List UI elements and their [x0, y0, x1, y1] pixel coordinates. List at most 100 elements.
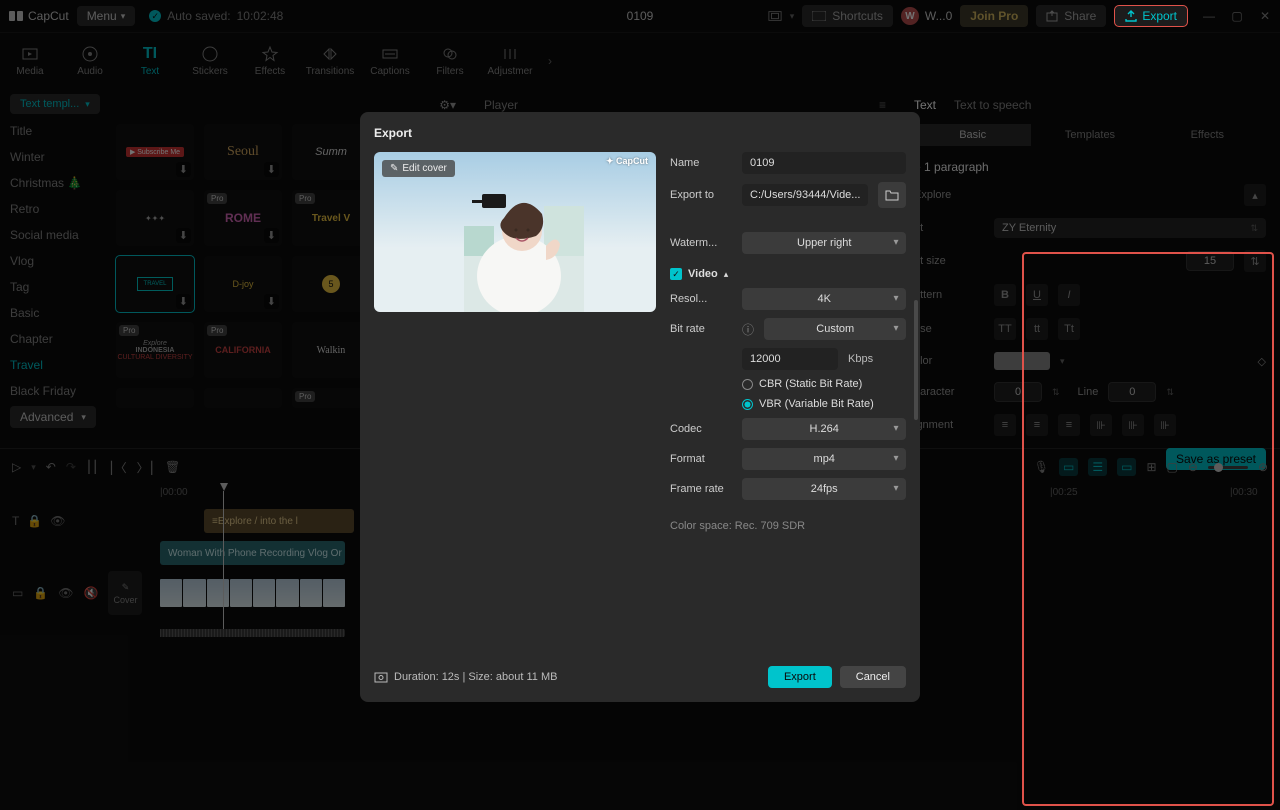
cbr-radio[interactable]: CBR (Static Bit Rate) — [742, 378, 906, 390]
redo-icon[interactable]: ↷ — [66, 460, 76, 474]
edit-cover-button[interactable]: ✎ Edit cover — [382, 160, 455, 177]
minimize-icon[interactable]: — — [1202, 9, 1216, 23]
mic-icon[interactable]: 🎙 — [1034, 460, 1049, 474]
template-thumb[interactable]: ProCALIFORNIA — [204, 322, 282, 378]
subtab-basic[interactable]: Basic — [914, 124, 1031, 146]
video-track-icon[interactable]: ▭ — [12, 586, 23, 600]
cat-social[interactable]: Social media — [10, 228, 108, 242]
template-thumb[interactable]: Walkin — [292, 322, 370, 378]
menu-button[interactable]: Menu▾ — [77, 6, 136, 26]
cancel-button[interactable]: Cancel — [840, 666, 906, 688]
zoom-in-icon[interactable]: ⊕ — [1258, 460, 1268, 474]
close-icon[interactable]: ✕ — [1258, 9, 1272, 23]
template-thumb[interactable]: ProTravel V — [292, 190, 370, 246]
font-select[interactable]: ZY Eternity⇅ — [994, 218, 1266, 238]
case-lower[interactable]: tt — [1026, 318, 1048, 340]
framerate-select[interactable]: 24fps — [742, 478, 906, 500]
zoom-out-icon[interactable]: ⊖ — [1188, 460, 1198, 474]
text-templates-dropdown[interactable]: Text templ...▾ — [10, 94, 100, 114]
template-thumb[interactable] — [116, 388, 194, 408]
template-thumb[interactable]: Summ — [292, 124, 370, 180]
template-thumb[interactable]: ▶ Subscribe Me⬇ — [116, 124, 194, 180]
watermark-select[interactable]: Upper right — [742, 232, 906, 254]
lock-icon[interactable]: 🔒 — [27, 514, 42, 528]
delete-icon[interactable]: 🗑 — [165, 460, 180, 474]
eye-icon[interactable]: 👁 — [50, 514, 65, 528]
template-thumb[interactable]: Seoul⬇ — [204, 124, 282, 180]
share-button[interactable]: Share — [1036, 5, 1106, 27]
bitrate-select[interactable]: Custom — [764, 318, 906, 340]
cat-title[interactable]: Title — [10, 124, 108, 138]
tool-transitions[interactable]: Transitions — [308, 44, 352, 77]
collapse-icon[interactable]: ▴ — [1244, 184, 1266, 206]
tl-icon[interactable]: ⊞ — [1146, 460, 1156, 474]
align-left-icon[interactable]: ≡ — [994, 414, 1016, 436]
template-thumb[interactable]: D-joy⬇ — [204, 256, 282, 312]
tool-adjustment[interactable]: Adjustmer — [488, 44, 532, 77]
template-thumb[interactable]: ProExploreINDONESIACULTURAL DIVERSITY — [116, 322, 194, 378]
pointer-tool-icon[interactable]: ▷ — [12, 460, 21, 474]
bitrate-value-input[interactable]: 12000 — [742, 348, 838, 370]
join-pro-button[interactable]: Join Pro — [960, 5, 1028, 27]
mute-icon[interactable]: 🔇 — [84, 586, 99, 600]
eye-icon[interactable]: 👁 — [58, 586, 73, 600]
cat-basic[interactable]: Basic — [10, 306, 108, 320]
case-title[interactable]: Tt — [1058, 318, 1080, 340]
tl-icon[interactable]: ▭ — [1117, 458, 1136, 476]
template-thumb-selected[interactable]: TRAVEL⬇ — [116, 256, 194, 312]
align-right-icon[interactable]: ≡ — [1058, 414, 1080, 436]
video-clip-label[interactable]: Woman With Phone Recording Vlog Or — [160, 541, 345, 565]
font-size-input[interactable]: 15 — [1186, 251, 1234, 271]
cat-vlog[interactable]: Vlog — [10, 254, 108, 268]
text-track-icon[interactable]: T — [12, 514, 19, 528]
cat-travel[interactable]: Travel — [10, 358, 108, 372]
tool-audio[interactable]: Audio — [68, 44, 112, 77]
tool-effects[interactable]: Effects — [248, 44, 292, 77]
cat-blackfriday[interactable]: Black Friday — [10, 384, 108, 398]
italic-icon[interactable]: I — [1058, 284, 1080, 306]
vbr-radio[interactable]: VBR (Variable Bit Rate) — [742, 398, 906, 410]
maximize-icon[interactable]: ▢ — [1230, 9, 1244, 23]
codec-select[interactable]: H.264 — [742, 418, 906, 440]
cat-winter[interactable]: Winter — [10, 150, 108, 164]
dialog-scrollbar[interactable] — [914, 300, 918, 420]
subtab-effects[interactable]: Effects — [1149, 124, 1266, 146]
reset-icon[interactable]: ◇ — [1258, 355, 1266, 368]
resolution-select[interactable]: 4K — [742, 288, 906, 310]
cat-christmas[interactable]: Christmas 🎄 — [10, 176, 108, 190]
stepper-icon[interactable]: ⇅ — [1244, 250, 1266, 272]
browse-folder-icon[interactable] — [878, 182, 906, 208]
tool-captions[interactable]: Captions — [368, 44, 412, 77]
subtab-templates[interactable]: Templates — [1031, 124, 1148, 146]
info-icon[interactable]: ⓘ — [742, 321, 754, 338]
tl-icon[interactable]: ▢ — [1167, 460, 1178, 474]
template-thumb[interactable]: 5 — [292, 256, 370, 312]
char-spacing[interactable]: 0 — [994, 382, 1042, 402]
line-spacing[interactable]: 0 — [1108, 382, 1156, 402]
shortcuts-button[interactable]: Shortcuts — [802, 5, 893, 27]
color-swatch[interactable] — [994, 352, 1050, 370]
player-menu-icon[interactable]: ≡ — [879, 98, 886, 112]
advanced-dropdown[interactable]: Advanced▾ — [10, 406, 96, 428]
template-thumb[interactable]: ProROME⬇ — [204, 190, 282, 246]
align-center-icon[interactable]: ≡ — [1026, 414, 1048, 436]
template-thumb[interactable] — [204, 388, 282, 408]
lock-icon[interactable]: 🔒 — [33, 586, 48, 600]
tl-icon[interactable]: ☰ — [1088, 458, 1107, 476]
video-clip[interactable] — [160, 579, 345, 607]
tab-tts[interactable]: Text to speech — [954, 98, 1031, 112]
cat-retro[interactable]: Retro — [10, 202, 108, 216]
tool-filters[interactable]: Filters — [428, 44, 472, 77]
video-section-toggle[interactable]: ✓Video ▴ — [670, 268, 906, 280]
tool-stickers[interactable]: Stickers — [188, 44, 232, 77]
tool-media[interactable]: Media — [8, 44, 52, 77]
bold-icon[interactable]: B — [994, 284, 1016, 306]
tl-icon[interactable]: ▭ — [1059, 458, 1078, 476]
text-clip[interactable]: ≡ Explore / into the l — [204, 509, 354, 533]
cat-chapter[interactable]: Chapter — [10, 332, 108, 346]
undo-icon[interactable]: ↶ — [46, 460, 56, 474]
cover-button[interactable]: ✎Cover — [108, 571, 142, 615]
align-v1-icon[interactable]: ⊪ — [1090, 414, 1112, 436]
tab-text[interactable]: Text — [914, 98, 936, 112]
template-thumb[interactable]: ✦✦✦⬇ — [116, 190, 194, 246]
